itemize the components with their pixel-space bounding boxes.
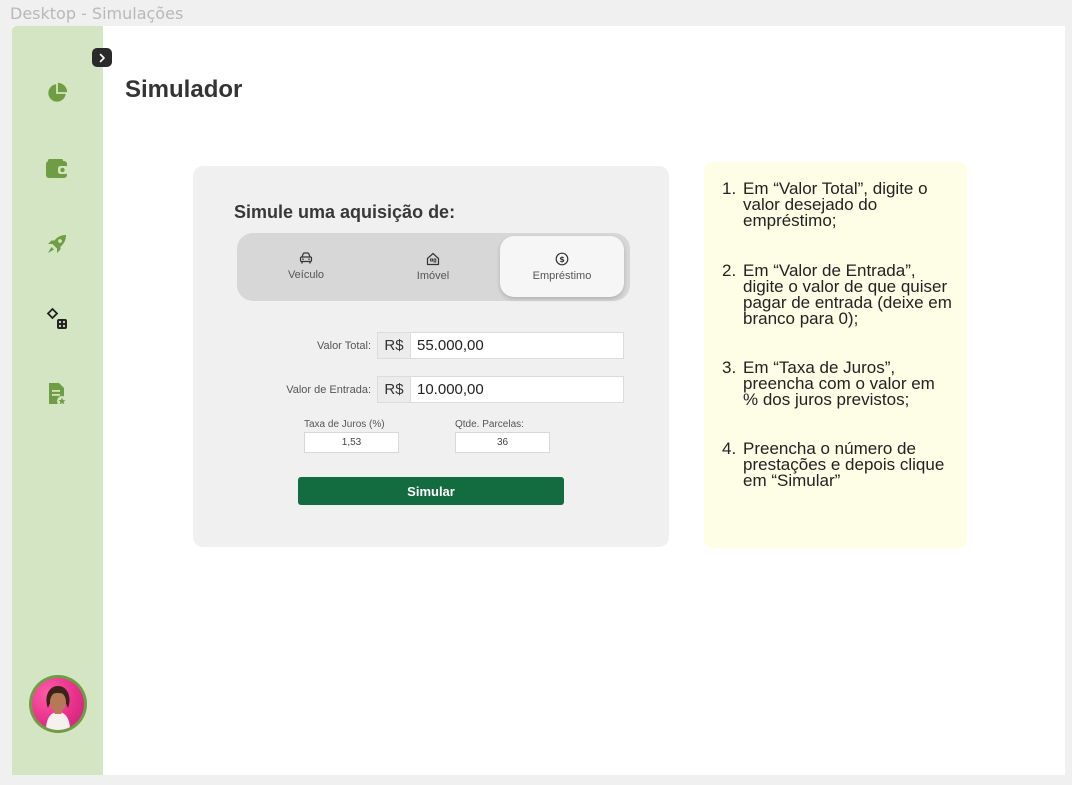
step-text: Em “Valor de Entrada”, digite o valor de…	[743, 261, 952, 328]
pie-chart-icon	[48, 82, 68, 102]
valor-entrada-label: Valor de Entrada:	[286, 383, 371, 396]
instructions-list: 1. Em “Valor Total”, digite o valor dese…	[722, 179, 952, 490]
valor-total-field[interactable]: R$	[377, 332, 624, 359]
parcelas-label: Qtde. Parcelas:	[455, 419, 524, 430]
sidebar-item-documents[interactable]	[45, 382, 69, 406]
car-icon	[299, 252, 313, 264]
valor-entrada-field[interactable]: R$	[377, 376, 624, 403]
frame-label: Desktop - Simulações	[10, 4, 184, 23]
instruction-step: 4. Preencha o número de prestações e dep…	[722, 439, 952, 490]
step-number: 4.	[722, 439, 737, 458]
game-pieces-icon	[46, 307, 67, 329]
app-canvas: Simulador Simule uma aquisição de: Veícu…	[12, 26, 1065, 775]
simulator-heading: Simule uma aquisição de:	[234, 202, 456, 222]
user-avatar[interactable]	[29, 675, 87, 733]
sidebar-item-games[interactable]	[45, 307, 69, 331]
simulator-card: Simule uma aquisição de: Veículo Imóvel	[193, 166, 669, 547]
valor-total-row: Valor Total: R$	[283, 332, 624, 359]
step-number: 1.	[722, 179, 737, 198]
instruction-step: 1. Em “Valor Total”, digite o valor dese…	[722, 179, 952, 230]
tab-label: Veículo	[287, 269, 325, 281]
wallet-icon	[46, 159, 68, 178]
tab-veiculo[interactable]: Veículo	[244, 236, 368, 297]
sidebar-item-dashboard[interactable]	[45, 81, 69, 105]
instruction-step: 2. Em “Valor de Entrada”, digite o valor…	[722, 261, 952, 328]
step-number: 2.	[722, 261, 737, 280]
simulate-button[interactable]: Simular	[298, 477, 564, 505]
tab-label: Empréstimo	[532, 269, 592, 282]
step-text: Em “Valor Total”, digite o valor desejad…	[743, 179, 928, 230]
acquisition-type-selector: Veículo Imóvel $ Empréstimo	[237, 233, 630, 301]
currency-prefix: R$	[378, 333, 411, 358]
parcelas-group: Qtde. Parcelas: 36	[455, 419, 550, 453]
currency-prefix: R$	[378, 377, 411, 402]
instructions-card: 1. Em “Valor Total”, digite o valor dese…	[704, 162, 967, 548]
sidebar-collapse-button[interactable]	[92, 48, 112, 67]
step-text: Preencha o número de prestações e depois…	[743, 439, 945, 490]
document-star-icon	[49, 383, 67, 406]
instruction-step: 3. Em “Taxa de Juros”, preencha com o va…	[722, 358, 952, 409]
avatar-photo	[32, 678, 84, 730]
tab-label: Imóvel	[416, 269, 450, 282]
sidebar	[12, 26, 103, 775]
parcelas-input[interactable]: 36	[455, 432, 550, 453]
valor-total-input[interactable]	[411, 333, 623, 358]
valor-total-label: Valor Total:	[316, 339, 371, 352]
valor-entrada-input[interactable]	[411, 377, 623, 402]
taxa-juros-group: Taxa de Juros (%) 1,53	[304, 419, 399, 453]
chevron-right-icon	[99, 53, 105, 62]
step-number: 3.	[722, 358, 737, 377]
rocket-icon	[48, 235, 66, 253]
svg-text:$: $	[559, 255, 565, 264]
sidebar-item-investments[interactable]	[45, 232, 69, 256]
taxa-juros-input[interactable]: 1,53	[304, 432, 399, 453]
valor-entrada-row: Valor de Entrada: R$	[277, 376, 624, 403]
tab-imovel[interactable]: Imóvel	[371, 236, 495, 297]
taxa-juros-label: Taxa de Juros (%)	[304, 419, 385, 430]
house-icon	[426, 252, 440, 265]
page-title: Simulador	[125, 76, 243, 103]
sidebar-item-wallet[interactable]	[45, 157, 69, 181]
step-text: Em “Taxa de Juros”, preencha com o valor…	[743, 358, 935, 409]
dollar-coin-icon: $	[555, 252, 569, 265]
tab-emprestimo[interactable]: $ Empréstimo	[500, 236, 624, 297]
